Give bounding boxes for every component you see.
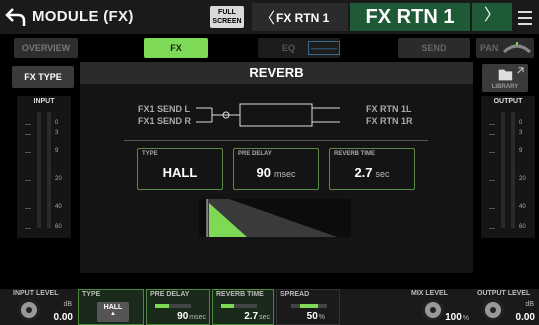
meter-tick <box>25 152 31 153</box>
input-meter: INPUT 0 3 9 20 40 60 <box>17 96 71 238</box>
meter-scale-label: 40 <box>519 204 526 210</box>
tab-overview[interactable]: OVERVIEW <box>14 38 78 58</box>
routing-diagram <box>196 103 340 127</box>
full-screen-button[interactable]: FULL SCREEN <box>210 6 244 28</box>
type-select[interactable]: HALL ▲ <box>97 302 129 322</box>
meter-scale-label: 9 <box>519 148 523 154</box>
folder-icon <box>498 67 524 81</box>
pre-delay-param[interactable]: PRE DELAY 90 msec <box>233 148 319 190</box>
meter-scale-label: 20 <box>55 176 62 182</box>
chevron-right-icon[interactable]: 〉 <box>472 3 512 31</box>
meter-scale-label: 9 <box>55 148 59 154</box>
meter-tick <box>489 180 495 181</box>
meter-bar <box>501 112 505 228</box>
meter-tick <box>489 208 495 209</box>
output-meter: OUTPUT 0 3 9 20 40 60 <box>481 96 535 238</box>
type-control[interactable]: TYPE HALL ▲ <box>78 289 144 325</box>
spread-control[interactable]: SPREAD 50% <box>276 289 340 325</box>
meter-scale-label: 60 <box>519 224 526 230</box>
input-labels: FX1 SEND L FX1 SEND R <box>138 104 192 126</box>
knob-icon <box>18 299 40 321</box>
meter-scale-label: 3 <box>55 130 59 136</box>
reverb-decay-graph <box>199 199 351 237</box>
knob-icon <box>482 299 504 321</box>
meter-tick <box>25 134 31 135</box>
meter-scale-label: 0 <box>519 120 523 126</box>
tab-fx[interactable]: FX <box>144 38 208 58</box>
page-title: MODULE (FX) <box>32 8 134 25</box>
effect-name: REVERB <box>80 62 473 84</box>
meter-scale-label: 3 <box>519 130 523 136</box>
meter-bar <box>511 112 515 228</box>
meter-scale-label: 40 <box>55 204 62 210</box>
output-level-knob[interactable]: OUTPUT LEVEL dB 0.00 <box>474 289 538 325</box>
mix-level-knob[interactable]: MIX LEVEL 100% <box>408 289 472 325</box>
meter-tick <box>25 228 31 229</box>
output-labels: FX RTN 1L FX RTN 1R <box>366 104 413 126</box>
library-button[interactable]: LIBRARY <box>482 64 528 92</box>
meter-scale-label: 60 <box>55 224 62 230</box>
meter-tick <box>25 180 31 181</box>
chevron-left-icon: 〈 <box>260 10 276 27</box>
meter-scale-label: 0 <box>55 120 59 126</box>
meter-tick <box>489 152 495 153</box>
arrow-up-icon: ▲ <box>110 311 116 317</box>
channel-name: FX RTN 1 <box>350 3 470 31</box>
meter-tick <box>25 124 31 125</box>
tab-send[interactable]: SEND <box>398 38 470 58</box>
meter-tick <box>489 124 495 125</box>
prev-channel-button[interactable]: 〈 FX RTN 1 <box>252 3 348 31</box>
reverb-time-control[interactable]: REVERB TIME 2.7sec <box>212 289 274 325</box>
type-param[interactable]: TYPE HALL <box>137 148 223 190</box>
pre-delay-slider[interactable] <box>155 304 191 308</box>
meter-tick <box>489 134 495 135</box>
reverb-time-param[interactable]: REVERB TIME 2.7 sec <box>329 148 415 190</box>
bottom-parameter-strip: INPUT LEVEL dB 0.00 TYPE HALL ▲ PRE DELA… <box>0 289 539 325</box>
meter-bar <box>47 112 51 228</box>
back-arrow-icon[interactable] <box>4 5 28 29</box>
spread-slider[interactable] <box>291 304 327 308</box>
meter-scale-label: 20 <box>519 176 526 182</box>
header-bar: MODULE (FX) FULL SCREEN 〈 FX RTN 1 FX RT… <box>0 0 539 34</box>
meter-tick <box>489 228 495 229</box>
meter-bar <box>37 112 41 228</box>
fx-type-button[interactable]: FX TYPE <box>12 66 74 88</box>
eq-curve-icon <box>308 41 340 55</box>
pre-delay-control[interactable]: PRE DELAY 90msec <box>146 289 210 325</box>
input-level-knob[interactable]: INPUT LEVEL dB 0.00 <box>10 289 76 325</box>
pan-indicator-icon <box>502 42 532 54</box>
hamburger-menu-icon[interactable] <box>516 7 534 27</box>
meter-tick <box>25 208 31 209</box>
reverb-time-slider[interactable] <box>221 304 257 308</box>
tab-bar: OVERVIEW FX EQ SEND PAN <box>0 38 539 58</box>
knob-icon <box>422 299 444 321</box>
panel-divider <box>124 140 428 141</box>
